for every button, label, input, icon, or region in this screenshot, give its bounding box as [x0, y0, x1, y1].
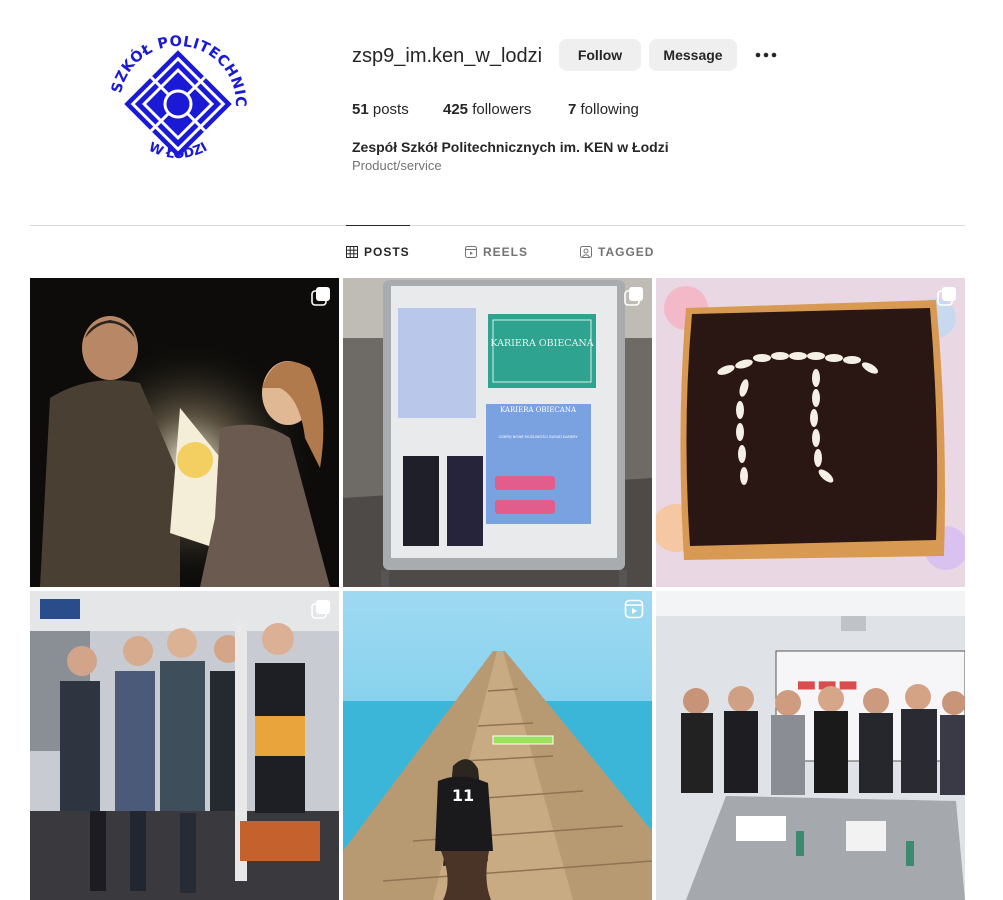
profile-category: Product/service — [352, 158, 442, 173]
poster-subtitle: ODKRYJ NOWE MOŻLIWOŚCI SWOJEJ KARIERY — [498, 434, 578, 439]
jersey-number: 11 — [452, 786, 474, 805]
stat-posts: 51 posts — [352, 101, 409, 118]
tab-posts-label: POSTS — [364, 245, 410, 259]
stat-following[interactable]: 7 following — [568, 101, 639, 118]
posts-count: 51 — [352, 101, 369, 118]
post-image-cake — [656, 278, 965, 587]
post-image-classroom-group: ▬▬▬ — [656, 591, 965, 900]
more-horizontal-icon[interactable] — [754, 46, 778, 64]
tab-tagged[interactable]: TAGGED — [580, 226, 654, 278]
following-count: 7 — [568, 101, 577, 118]
following-label: following — [580, 101, 639, 118]
carousel-icon — [624, 287, 643, 306]
post-thumbnail-2[interactable]: KARIERA OBIECANA KARIERA OBIECANA ODKRYJ… — [343, 278, 652, 587]
followers-count: 425 — [443, 101, 469, 118]
profile-full-name: Zespół Szkół Politechnicznych im. KEN w … — [352, 139, 669, 155]
post-thumbnail-4[interactable] — [30, 591, 339, 900]
grid-icon — [346, 246, 358, 258]
tab-tagged-label: TAGGED — [598, 245, 655, 259]
post-thumbnail-6[interactable]: ▬▬▬ — [656, 591, 965, 900]
tab-reels-label: REELS — [483, 245, 529, 259]
reel-icon — [624, 599, 644, 619]
post-image-poster-board: KARIERA OBIECANA KARIERA OBIECANA ODKRYJ… — [343, 278, 652, 587]
posts-label: posts — [372, 101, 409, 118]
follow-button[interactable]: Follow — [559, 39, 641, 71]
post-image-award — [30, 278, 339, 587]
post-image-game-reel: 11 — [343, 591, 652, 900]
carousel-icon — [311, 600, 330, 619]
tagged-icon — [580, 246, 592, 258]
tab-posts[interactable]: POSTS — [346, 225, 410, 278]
profile-picture-logo[interactable]: ZESPÓŁ SZKÓŁ POLITECHNICZNYCH W ŁODZI — [98, 24, 258, 184]
profile-username: zsp9_im.ken_w_lodzi — [352, 45, 543, 67]
post-thumbnail-5[interactable]: 11 — [343, 591, 652, 900]
message-button[interactable]: Message — [649, 39, 737, 71]
post-image-students-robot — [30, 591, 339, 900]
tab-reels[interactable]: REELS — [465, 226, 528, 278]
carousel-icon — [311, 287, 330, 306]
post-thumbnail-1[interactable] — [30, 278, 339, 587]
post-thumbnail-3[interactable] — [656, 278, 965, 587]
reels-icon — [465, 246, 477, 258]
followers-label: followers — [472, 101, 532, 118]
poster-title-main: KARIERA OBIECANA — [490, 338, 593, 349]
stat-followers[interactable]: 425 followers — [443, 101, 531, 118]
poster-title-secondary: KARIERA OBIECANA — [500, 406, 577, 414]
carousel-icon — [937, 287, 956, 306]
